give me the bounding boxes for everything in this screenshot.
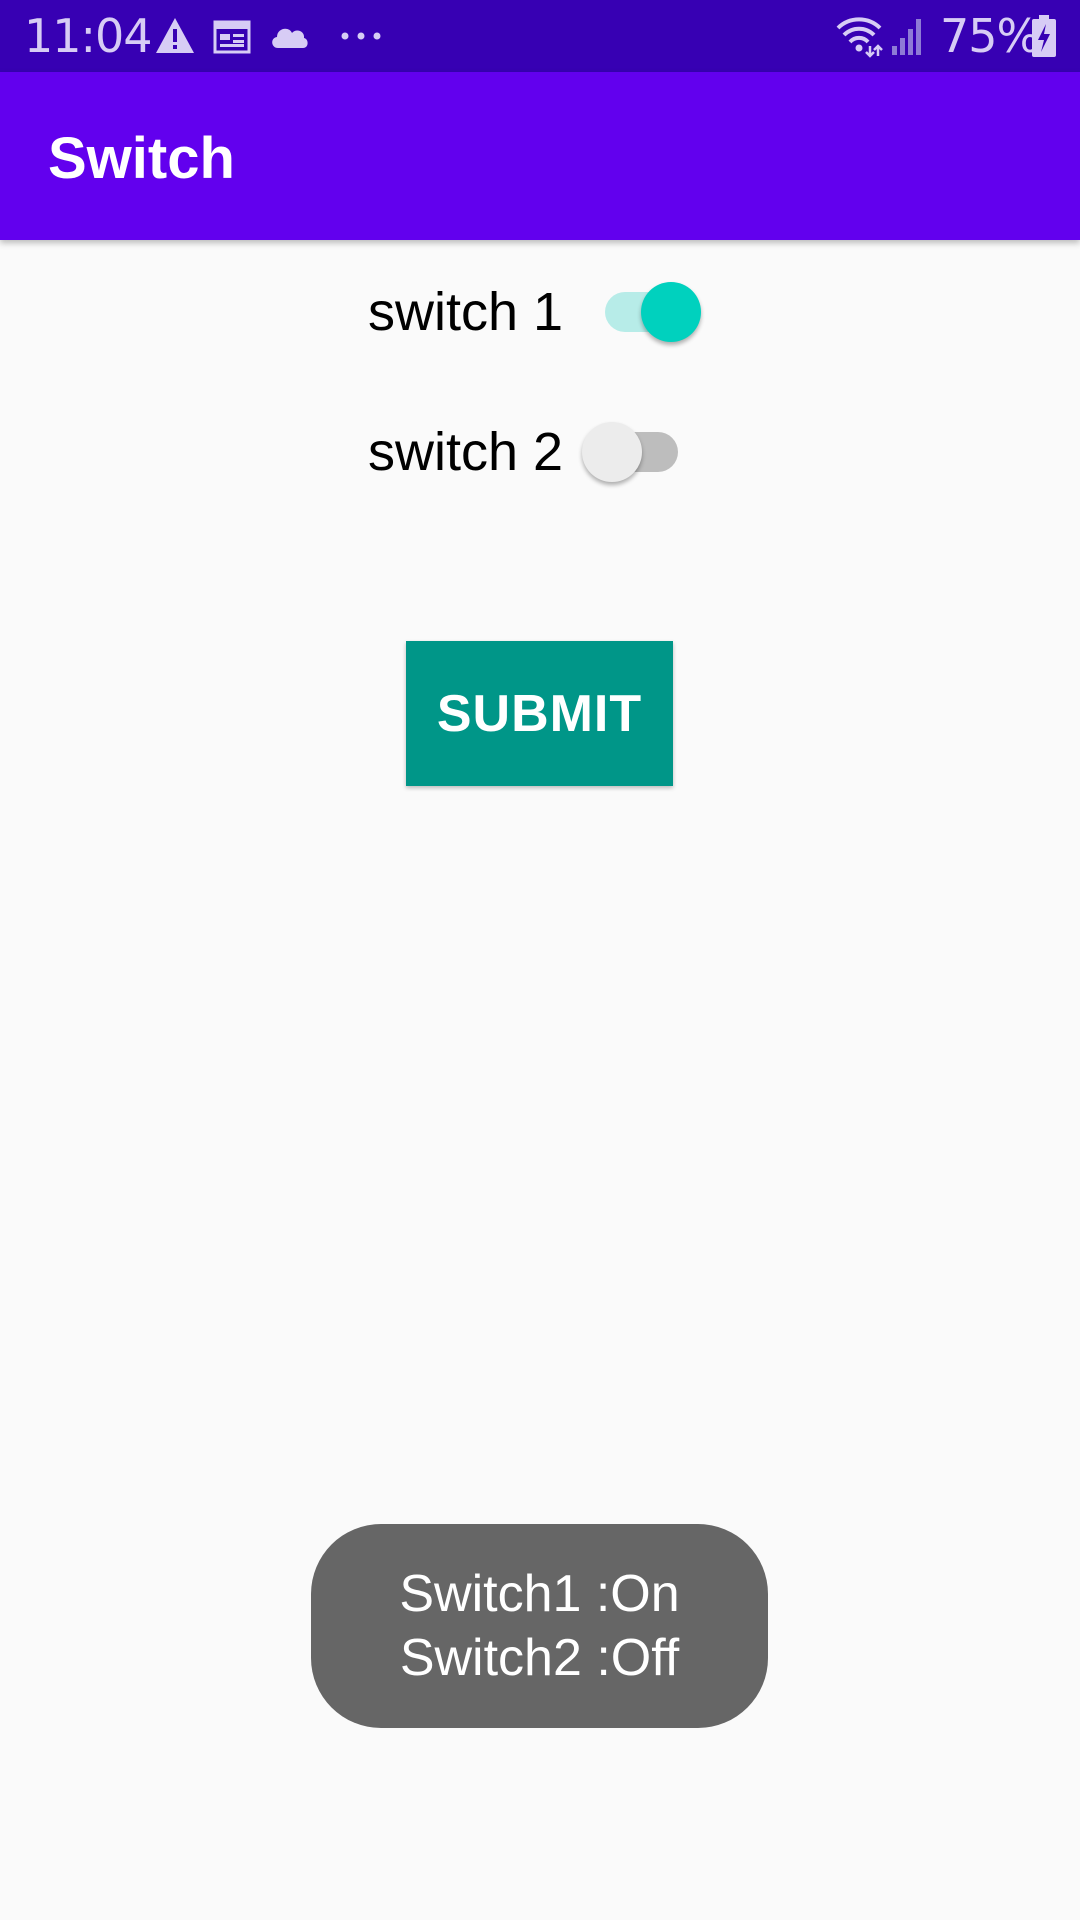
app-title: Switch bbox=[48, 126, 235, 191]
battery-percent: 75% bbox=[940, 9, 1040, 63]
app-bar: Switch bbox=[0, 72, 1080, 240]
switch-row-2: switch 2 bbox=[0, 407, 1080, 497]
switch-1-thumb bbox=[641, 282, 701, 342]
switch-2-label: switch 2 bbox=[368, 422, 564, 482]
warning-icon bbox=[156, 18, 194, 53]
battery-charging-icon bbox=[1032, 15, 1056, 57]
toast-line-2: Switch2 :Off bbox=[399, 1629, 680, 1687]
more-notifications-icon bbox=[341, 32, 381, 40]
signal-icon bbox=[892, 19, 921, 55]
status-bar: 11:04 75% bbox=[0, 0, 1080, 72]
screen: 11:04 75% Switch switch 1 switch 2 SUBMI… bbox=[0, 0, 1080, 1920]
switch-row-1: switch 1 bbox=[0, 267, 1080, 357]
switch-2-thumb bbox=[582, 422, 642, 482]
status-time: 11:04 bbox=[24, 9, 153, 63]
cloud-icon bbox=[272, 28, 308, 48]
submit-button[interactable]: SUBMIT bbox=[406, 641, 673, 786]
wifi-icon bbox=[836, 17, 883, 58]
toast-line-1: Switch1 :On bbox=[399, 1565, 680, 1623]
switch-1-toggle[interactable] bbox=[603, 267, 703, 357]
switch-2-toggle[interactable] bbox=[582, 407, 682, 497]
calendar-icon bbox=[213, 20, 251, 54]
toast-message: Switch1 :On Switch2 :Off bbox=[311, 1524, 768, 1728]
switch-1-label: switch 1 bbox=[368, 282, 564, 342]
